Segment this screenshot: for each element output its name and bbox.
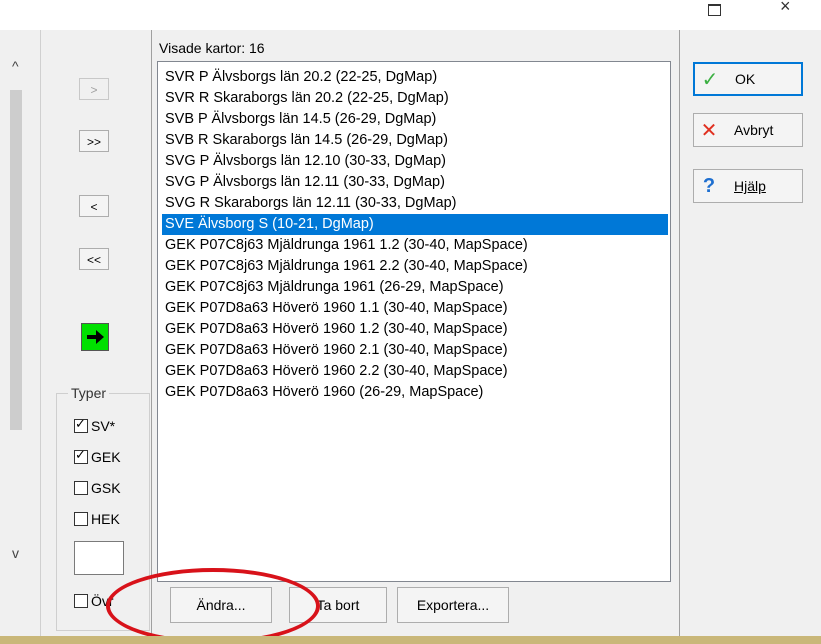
arrow-right-icon-button[interactable] bbox=[81, 323, 109, 351]
checkbox-gsk[interactable]: GSK bbox=[74, 480, 121, 496]
maximize-icon[interactable] bbox=[708, 4, 721, 16]
checkbox-sv[interactable]: SV* bbox=[74, 416, 116, 434]
list-item[interactable]: GEK P07C8j63 Mjäldrunga 1961 1.2 (30-40,… bbox=[162, 235, 531, 256]
list-item[interactable]: SVB R Skaraborgs län 14.5 (26-29, DgMap) bbox=[162, 130, 451, 151]
checkbox-label: GSK bbox=[91, 480, 121, 496]
close-icon[interactable]: × bbox=[780, 0, 791, 17]
remove-button[interactable]: < bbox=[79, 195, 109, 217]
scroll-down-icon[interactable]: v bbox=[12, 545, 19, 561]
help-label: Hjälp bbox=[734, 178, 766, 194]
ok-label: OK bbox=[735, 71, 756, 87]
remove-all-button[interactable]: << bbox=[79, 248, 109, 270]
help-button[interactable]: ? Hjälp bbox=[693, 169, 803, 203]
add-button[interactable]: > bbox=[79, 78, 109, 100]
typer-title: Typer bbox=[68, 385, 110, 401]
ok-button[interactable]: ✓ OK bbox=[693, 62, 803, 96]
checkbox-label: SV* bbox=[91, 418, 116, 434]
list-item[interactable]: SVG P Älvsborgs län 12.11 (30-33, DgMap) bbox=[162, 172, 448, 193]
scroll-thumb[interactable] bbox=[10, 90, 22, 430]
checkbox-label: GEK bbox=[91, 449, 121, 465]
list-item[interactable]: GEK P07D8a63 Höverö 1960 1.1 (30-40, Map… bbox=[162, 298, 511, 319]
scroll-up-icon[interactable]: ^ bbox=[12, 58, 19, 74]
list-item[interactable]: SVG R Skaraborgs län 12.11 (30-33, DgMap… bbox=[162, 193, 460, 214]
checkbox-icon[interactable] bbox=[74, 416, 88, 433]
add-all-button[interactable]: >> bbox=[79, 130, 109, 152]
cancel-label: Avbryt bbox=[734, 122, 774, 138]
map-listbox[interactable]: SVR P Älvsborgs län 20.2 (22-25, DgMap) … bbox=[157, 61, 671, 582]
checkbox-icon[interactable] bbox=[74, 447, 88, 464]
x-icon: ✕ bbox=[700, 119, 718, 142]
list-item[interactable]: SVB P Älvsborgs län 14.5 (26-29, DgMap) bbox=[162, 109, 439, 130]
export-button[interactable]: Exportera... bbox=[397, 587, 509, 623]
list-count-label: Visade kartor: 16 bbox=[159, 40, 265, 56]
list-item[interactable]: GEK P07D8a63 Höverö 1960 (26-29, MapSpac… bbox=[162, 382, 486, 403]
list-item[interactable]: SVR R Skaraborgs län 20.2 (22-25, DgMap) bbox=[162, 88, 452, 109]
checkbox-label: HEK bbox=[91, 511, 120, 527]
check-icon: ✓ bbox=[701, 68, 719, 91]
list-item-selected[interactable]: SVE Älvsborg S (10-21, DgMap) bbox=[162, 214, 668, 235]
other-type-input[interactable] bbox=[74, 541, 124, 575]
list-item[interactable]: SVG P Älvsborgs län 12.10 (30-33, DgMap) bbox=[162, 151, 449, 172]
cancel-button[interactable]: ✕ Avbryt bbox=[693, 113, 803, 147]
list-item[interactable]: GEK P07D8a63 Höverö 1960 2.1 (30-40, Map… bbox=[162, 340, 511, 361]
title-bar bbox=[0, 0, 821, 30]
question-icon: ? bbox=[702, 174, 716, 197]
list-item[interactable]: GEK P07D8a63 Höverö 1960 2.2 (30-40, Map… bbox=[162, 361, 511, 382]
divider bbox=[151, 30, 152, 636]
list-item[interactable]: GEK P07C8j63 Mjäldrunga 1961 2.2 (30-40,… bbox=[162, 256, 531, 277]
list-item[interactable]: SVR P Älvsborgs län 20.2 (22-25, DgMap) bbox=[162, 67, 440, 88]
annotation-circle bbox=[106, 568, 320, 644]
divider bbox=[679, 30, 680, 636]
background-strip bbox=[0, 636, 821, 644]
list-item[interactable]: GEK P07C8j63 Mjäldrunga 1961 (26-29, Map… bbox=[162, 277, 507, 298]
checkbox-icon[interactable] bbox=[74, 512, 88, 526]
checkbox-icon[interactable] bbox=[74, 481, 88, 495]
checkbox-icon[interactable] bbox=[74, 594, 88, 608]
arrow-right-icon bbox=[87, 330, 104, 344]
list-item[interactable]: GEK P07D8a63 Höverö 1960 1.2 (30-40, Map… bbox=[162, 319, 511, 340]
checkbox-gek[interactable]: GEK bbox=[74, 447, 121, 465]
checkbox-hek[interactable]: HEK bbox=[74, 511, 120, 527]
